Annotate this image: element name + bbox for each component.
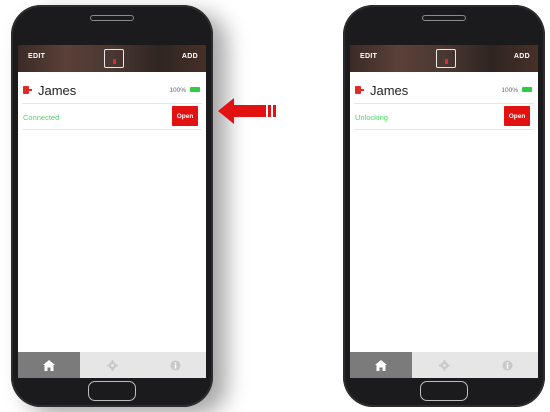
- open-button[interactable]: Open: [504, 106, 530, 126]
- app-screen: EDIT ADD James 100% Connected Open: [18, 45, 206, 378]
- divider: [22, 103, 202, 104]
- battery-icon: [522, 87, 532, 92]
- gear-icon: [438, 359, 450, 371]
- home-icon: [43, 359, 55, 371]
- battery-icon: [190, 87, 200, 92]
- info-icon: [501, 359, 513, 371]
- app-header: EDIT ADD: [18, 45, 206, 72]
- tab-settings[interactable]: [413, 352, 475, 378]
- phone-home-button[interactable]: [88, 381, 136, 401]
- bottom-nav: [18, 352, 206, 378]
- lock-icon: [355, 86, 364, 94]
- tab-info[interactable]: [476, 352, 538, 378]
- tab-home[interactable]: [18, 352, 80, 378]
- battery-percentage: 100%: [169, 87, 186, 94]
- bottom-nav: [350, 352, 538, 378]
- home-icon: [375, 359, 387, 371]
- lock-row[interactable]: James 100%: [350, 79, 538, 101]
- lock-name: James: [38, 83, 77, 98]
- tab-info[interactable]: [144, 352, 206, 378]
- left-arrow-icon: [218, 98, 276, 124]
- app-header: EDIT ADD: [350, 45, 538, 72]
- edit-button[interactable]: EDIT: [360, 53, 377, 60]
- app-logo: [436, 49, 456, 68]
- info-icon: [169, 359, 181, 371]
- connection-status: Unlocking: [355, 113, 388, 122]
- speaker-grille: [422, 15, 466, 21]
- connection-status: Connected: [23, 113, 60, 122]
- add-button[interactable]: ADD: [182, 53, 198, 60]
- divider: [354, 103, 534, 104]
- speaker-grille: [90, 15, 134, 21]
- lock-name: James: [370, 83, 409, 98]
- lock-row[interactable]: James 100%: [18, 79, 206, 101]
- app-logo: [104, 49, 124, 68]
- add-button[interactable]: ADD: [514, 53, 530, 60]
- phone-home-button[interactable]: [420, 381, 468, 401]
- battery-percentage: 100%: [501, 87, 518, 94]
- tab-home[interactable]: [350, 352, 412, 378]
- edit-button[interactable]: EDIT: [28, 53, 45, 60]
- gear-icon: [106, 359, 118, 371]
- phone-frame-left: EDIT ADD James 100% Connected Open: [11, 5, 213, 407]
- open-button[interactable]: Open: [172, 106, 198, 126]
- tab-settings[interactable]: [81, 352, 143, 378]
- phone-frame-right: EDIT ADD James 100% Unlocking Open: [343, 5, 545, 407]
- app-screen: EDIT ADD James 100% Unlocking Open: [350, 45, 538, 378]
- divider: [354, 129, 534, 130]
- divider: [22, 129, 202, 130]
- lock-icon: [23, 86, 32, 94]
